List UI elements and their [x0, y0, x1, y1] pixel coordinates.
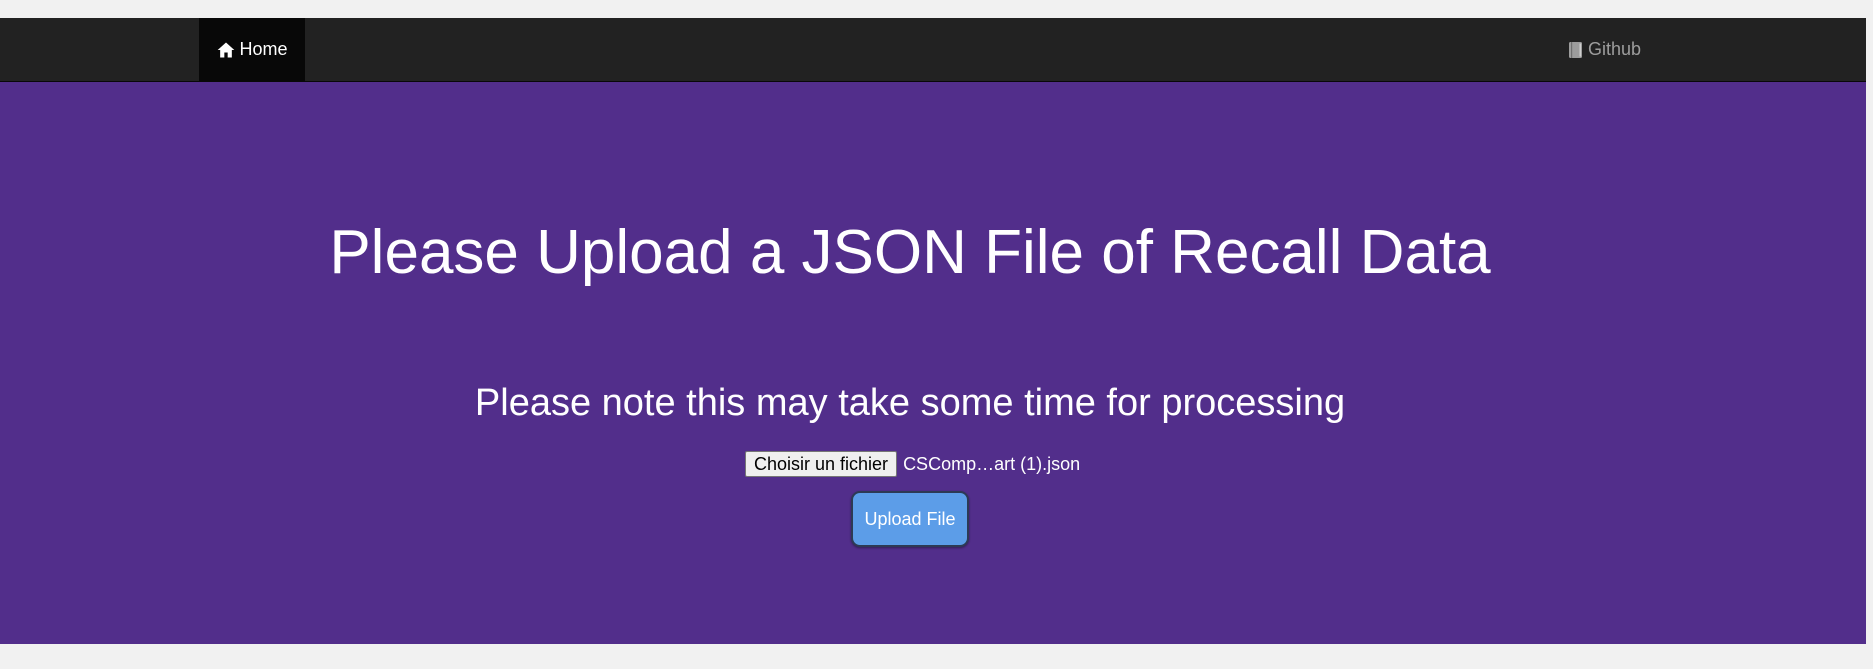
- processing-note: Please note this may take some time for …: [474, 382, 1346, 424]
- page-title: Please Upload a JSON File of Recall Data: [329, 218, 1491, 287]
- page: Home Github Please Upload a JSON File of…: [0, 0, 1873, 669]
- hero-section: Please Upload a JSON File of Recall Data…: [0, 82, 1866, 644]
- nav-home-label: Home: [239, 39, 288, 59]
- upload-file-button[interactable]: Upload File: [851, 491, 969, 547]
- nav-github-link[interactable]: Github: [1568, 18, 1641, 81]
- file-input: Choisir un fichier CSComp…art (1).json: [745, 451, 1080, 477]
- book-icon: [1569, 41, 1582, 58]
- selected-file-name: CSComp…art (1).json: [903, 453, 1081, 474]
- choose-file-button[interactable]: Choisir un fichier: [745, 451, 898, 477]
- nav-github-label: Github: [1588, 39, 1642, 59]
- nav-home-link[interactable]: Home: [199, 18, 305, 81]
- home-icon: [218, 42, 235, 57]
- top-navbar: Home Github: [0, 18, 1866, 82]
